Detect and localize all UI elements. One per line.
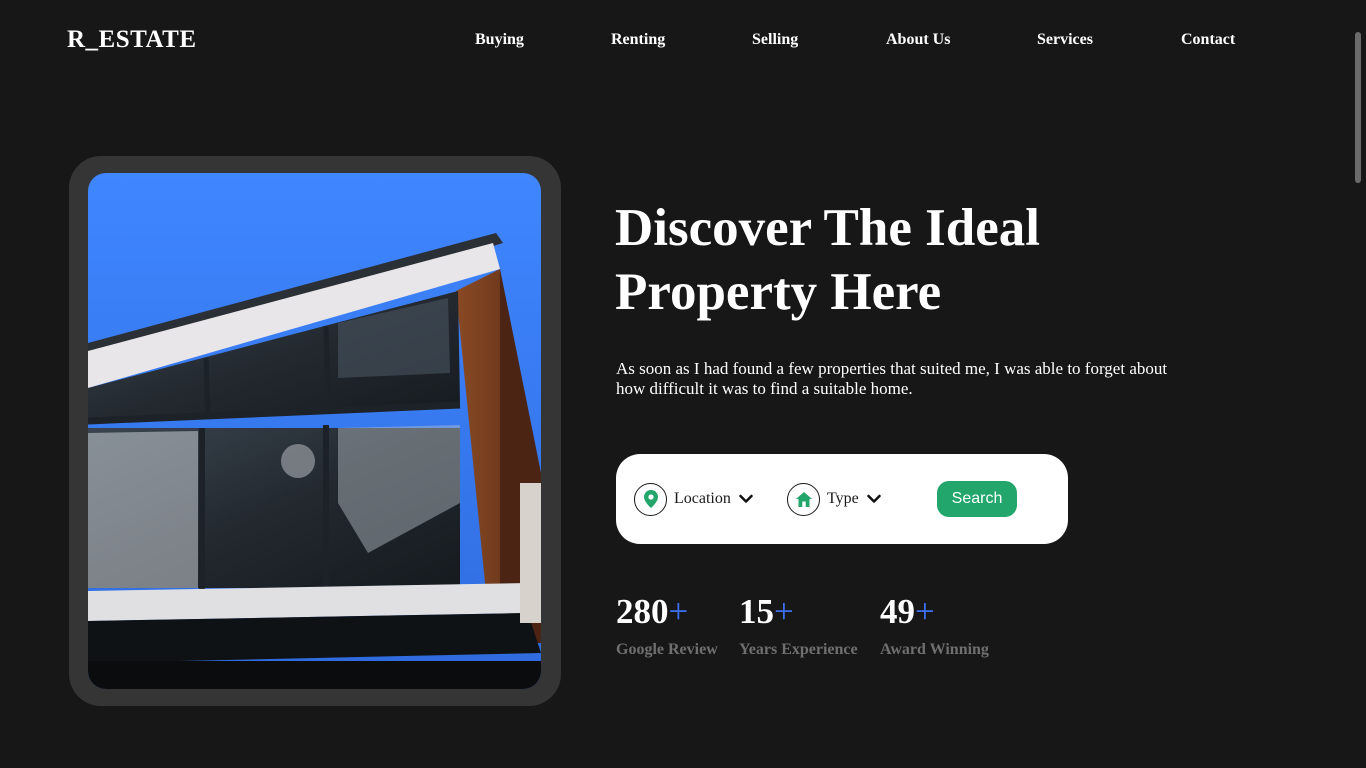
- stat-value: 15: [739, 592, 774, 631]
- chevron-down-icon: [867, 494, 881, 504]
- stat-number: 49+: [880, 593, 989, 631]
- main-nav: Buying Renting Selling About Us Services…: [0, 31, 1366, 51]
- stat-google-review: 280+ Google Review: [616, 593, 718, 659]
- property-search-box: Location Type Search: [616, 454, 1068, 544]
- stat-label: Years Experience: [739, 641, 858, 658]
- type-label: Type: [827, 490, 859, 507]
- stat-award-winning: 49+ Award Winning: [880, 593, 989, 659]
- stat-number: 15+: [739, 593, 858, 631]
- stat-plus: +: [915, 592, 935, 631]
- nav-services[interactable]: Services: [1037, 31, 1093, 49]
- hero-title-line-1: Discover The Ideal: [615, 199, 1040, 257]
- hero-title-line-2: Property Here: [615, 263, 942, 321]
- type-dropdown[interactable]: Type: [787, 482, 881, 516]
- stat-label: Google Review: [616, 641, 718, 658]
- nav-contact[interactable]: Contact: [1181, 31, 1235, 49]
- stat-plus: +: [774, 592, 794, 631]
- nav-buying[interactable]: Buying: [475, 31, 524, 49]
- location-label: Location: [674, 490, 731, 507]
- location-dropdown[interactable]: Location: [634, 482, 753, 516]
- map-pin-icon: [634, 482, 667, 516]
- stat-value: 280: [616, 592, 669, 631]
- nav-selling[interactable]: Selling: [752, 31, 798, 49]
- scrollbar-thumb[interactable]: [1355, 32, 1361, 183]
- search-button[interactable]: Search: [937, 481, 1017, 517]
- hero-image-frame: [69, 156, 561, 706]
- stat-plus: +: [668, 592, 689, 631]
- hero-description: As soon as I had found a few properties …: [616, 359, 1168, 398]
- nav-renting[interactable]: Renting: [611, 31, 665, 49]
- hero-image: [88, 173, 541, 689]
- home-icon: [787, 482, 820, 516]
- stat-value: 49: [880, 592, 915, 631]
- stat-number: 280+: [616, 593, 718, 631]
- stat-label: Award Winning: [880, 641, 989, 658]
- scrollbar[interactable]: [1349, 0, 1366, 768]
- stat-years-experience: 15+ Years Experience: [739, 593, 858, 659]
- chevron-down-icon: [739, 494, 753, 504]
- nav-about-us[interactable]: About Us: [886, 31, 950, 49]
- hero-title: Discover The Ideal Property Here: [615, 196, 1215, 324]
